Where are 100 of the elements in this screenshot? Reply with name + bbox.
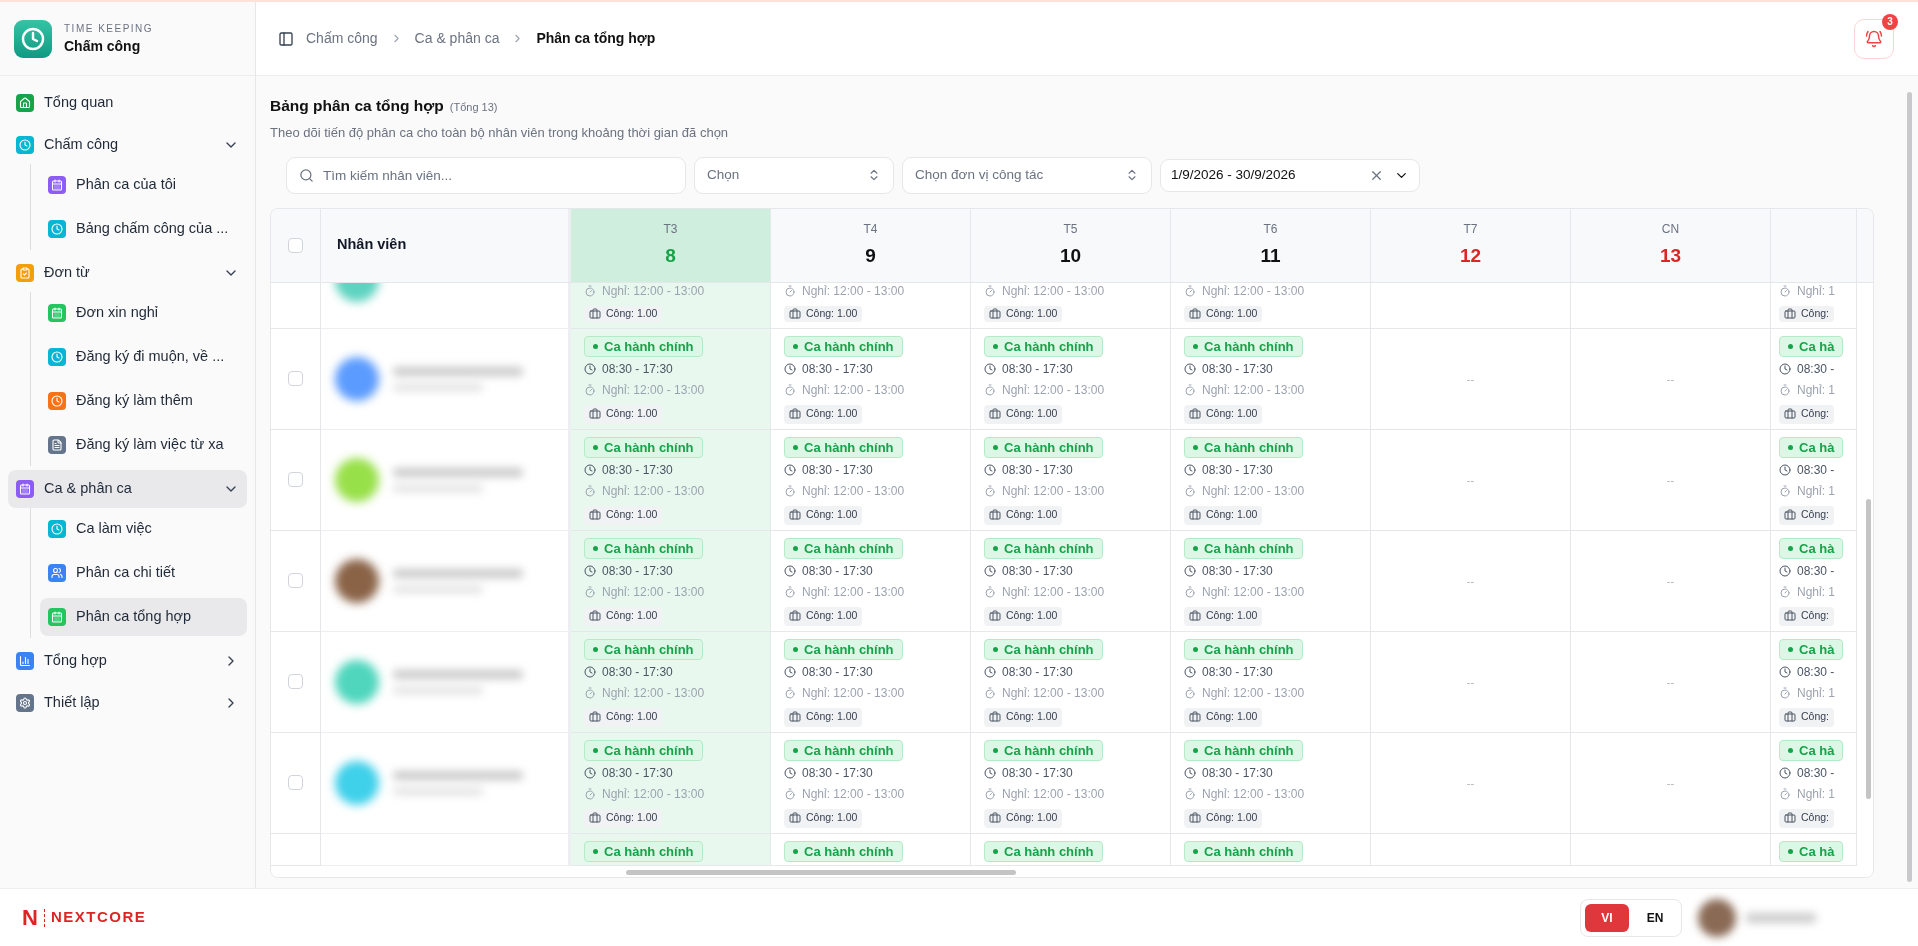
timer-icon [1184, 285, 1196, 297]
weekday-label: T4 [863, 221, 878, 238]
break-time: Nghỉ: 12:00 - 13:00 [1202, 583, 1305, 601]
select-all-checkbox[interactable] [288, 237, 303, 253]
shift-badge[interactable]: Ca hành chính [984, 840, 1103, 862]
weekday-label: CN [1661, 221, 1680, 238]
shift-badge[interactable]: Ca hà [1779, 335, 1844, 357]
briefcase-icon [589, 711, 601, 724]
timer-icon [1779, 285, 1791, 297]
shift-badge[interactable]: Ca hành chính [984, 739, 1103, 761]
break-time: Nghỉ: 1 [1797, 785, 1836, 803]
shift-badge[interactable]: Ca hành chính [784, 638, 903, 660]
shift-badge[interactable]: Ca hành chính [584, 335, 703, 357]
timer-icon [1779, 383, 1791, 396]
shift-badge[interactable]: Ca hành chính [1184, 840, 1303, 862]
briefcase-icon [589, 509, 601, 522]
horizontal-scrollbar[interactable] [626, 869, 1016, 875]
break-time: Nghỉ: 12:00 - 13:00 [602, 482, 705, 500]
briefcase-icon [989, 711, 1001, 724]
column-header: Nhân viên [337, 235, 407, 255]
briefcase-icon [789, 610, 801, 623]
briefcase-icon [789, 509, 801, 522]
clock-icon [1779, 362, 1791, 375]
shift-time: 08:30 - 17:30 [802, 360, 873, 378]
timer-icon [1779, 787, 1791, 800]
break-time: Nghỉ: 12:00 - 13:00 [802, 283, 905, 300]
shift-badge[interactable]: Ca hà [1779, 436, 1844, 458]
date-number: 10 [1059, 244, 1082, 268]
work-value: Công: 1.00 [606, 810, 658, 826]
clock-icon [1184, 463, 1196, 476]
shift-badge[interactable]: Ca hành chính [1184, 537, 1303, 559]
clock-icon [784, 362, 796, 375]
shift-badge[interactable]: Ca hành chính [784, 537, 903, 559]
shift-badge[interactable]: Ca hành chính [784, 436, 903, 458]
shift-badge[interactable]: Ca hành chính [984, 436, 1103, 458]
select-field[interactable]: Chọn [694, 156, 894, 194]
breadcrumb-item[interactable]: Chấm công [306, 28, 378, 49]
shift-badge[interactable]: Ca hành chính [984, 335, 1103, 357]
clock-icon [1779, 463, 1791, 476]
shift-time: 08:30 - [1797, 663, 1835, 681]
clock-icon [1779, 564, 1791, 577]
shift-badge[interactable]: Ca hành chính [784, 335, 903, 357]
shift-badge[interactable]: Ca hà [1779, 537, 1844, 559]
shift-badge[interactable]: Ca hành chính [584, 436, 703, 458]
row-checkbox[interactable] [288, 573, 303, 589]
work-value: Công: 1.00 [806, 810, 858, 826]
shift-badge[interactable]: Ca hành chính [584, 840, 703, 862]
shift-time: 08:30 - 17:30 [802, 562, 873, 580]
work-value: Công: 1.00 [1206, 306, 1258, 321]
app-logo-icon [14, 19, 52, 58]
briefcase-icon [589, 307, 601, 320]
row-checkbox[interactable] [288, 371, 303, 387]
shift-time: 08:30 - [1797, 764, 1835, 782]
briefcase-icon [1784, 812, 1796, 825]
page-scrollbar[interactable] [1907, 92, 1912, 882]
shift-badge[interactable]: Ca hành chính [584, 739, 703, 761]
briefcase-icon [1189, 812, 1201, 825]
shift-badge[interactable]: Ca hà [1779, 638, 1844, 660]
shift-badge[interactable]: Ca hành chính [984, 537, 1103, 559]
break-time: Nghỉ: 1 [1797, 482, 1836, 500]
shift-badge[interactable]: Ca hành chính [584, 537, 703, 559]
row-checkbox[interactable] [288, 775, 303, 791]
date-number: 12 [1459, 244, 1482, 268]
sidebar-toggle-icon[interactable] [278, 30, 294, 47]
clock-icon [984, 766, 996, 779]
weekday-label: T6 [1263, 221, 1278, 238]
unit-select-field[interactable]: Chọn đơn vị công tác [902, 156, 1152, 194]
language-button[interactable]: EN [1633, 903, 1677, 932]
shift-badge[interactable]: Ca hành chính [784, 840, 903, 862]
page-subtitle: Theo dõi tiến độ phân ca cho toàn bộ nhân viên trong khoảng thời gian đã chọn [269, 124, 730, 143]
search-field[interactable]: Tìm kiếm nhân viên... [286, 156, 686, 194]
vertical-scrollbar[interactable] [1866, 498, 1871, 799]
shift-badge[interactable]: Ca hà [1779, 840, 1844, 862]
user-profile[interactable] [1698, 898, 1816, 937]
shift-badge[interactable]: Ca hành chính [984, 638, 1103, 660]
date-range-field[interactable]: 1/9/2026 - 30/9/2026 [1160, 158, 1420, 192]
clock-icon [584, 362, 596, 375]
shift-badge[interactable]: Ca hành chính [784, 739, 903, 761]
break-time: Nghỉ: 12:00 - 13:00 [602, 283, 705, 300]
shift-badge[interactable]: Ca hành chính [1184, 638, 1303, 660]
language-button[interactable]: VI [1585, 903, 1629, 932]
work-value: Công: 1.00 [1006, 306, 1058, 321]
break-time: Nghỉ: 12:00 - 13:00 [602, 684, 705, 702]
work-value: Công: 1.00 [1006, 709, 1058, 725]
shift-badge[interactable]: Ca hà [1779, 739, 1844, 761]
breadcrumb-item[interactable]: Ca & phân ca [414, 28, 500, 49]
shift-badge[interactable]: Ca hành chính [1184, 335, 1303, 357]
row-checkbox[interactable] [288, 472, 303, 488]
row-checkbox[interactable] [288, 674, 303, 690]
shift-badge[interactable]: Ca hành chính [1184, 436, 1303, 458]
work-value: Công: 1.00 [1206, 810, 1258, 826]
shift-badge[interactable]: Ca hành chính [584, 638, 703, 660]
sidebar-subitem[interactable]: Phân ca tổng hợp [40, 598, 247, 636]
clock-icon [1184, 564, 1196, 577]
sidebar-item[interactable]: Ca & phân ca [8, 470, 247, 508]
app-subtitle: TIME KEEPING [64, 21, 154, 36]
work-value: Công: [1801, 709, 1830, 725]
work-value: Công: [1801, 810, 1830, 826]
date-number: 11 [1260, 244, 1281, 268]
shift-badge[interactable]: Ca hành chính [1184, 739, 1303, 761]
